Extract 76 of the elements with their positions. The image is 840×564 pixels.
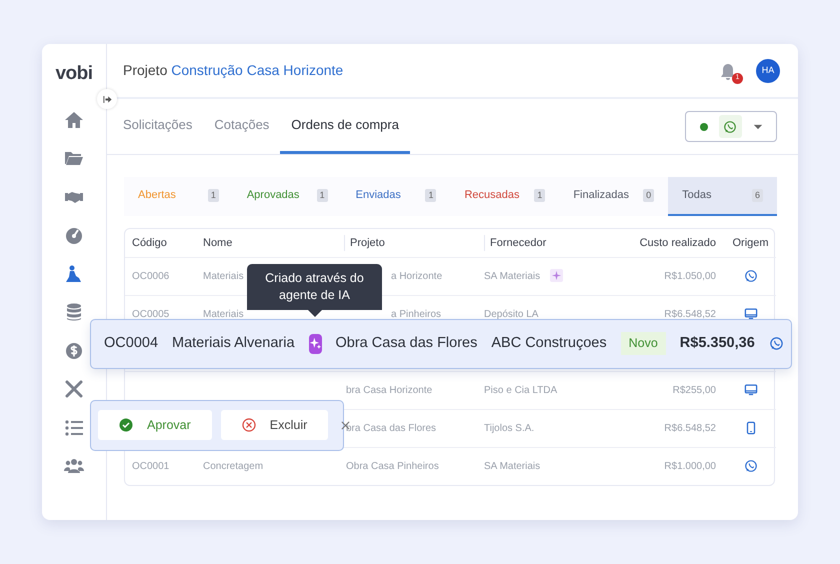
status-filter-tab[interactable]: Todas 6 (668, 177, 777, 216)
delete-button[interactable]: Excluir (220, 410, 328, 440)
column-header: Código (132, 236, 167, 248)
selected-order-row[interactable]: OC0004 Materiais Alvenaria Obra Casa das Flores ABC Construçoes Novo R$5.350,36 (90, 318, 792, 368)
table-cell: R$255,00 (672, 384, 716, 396)
count-badge: 1 (316, 188, 328, 202)
status-filter-tab[interactable]: Finalizadas 0 (559, 177, 668, 216)
sparkle-icon[interactable] (308, 337, 322, 350)
gauge-icon[interactable] (64, 225, 84, 245)
list-icon[interactable] (64, 418, 84, 438)
table-cell: Materiais (203, 270, 244, 282)
table-cell: Obra Casa Pinheiros (346, 460, 439, 472)
whatsapp-icon (723, 120, 737, 134)
table-cell: R$1.000,00 (664, 460, 716, 472)
table-cell: SA Materiais (484, 460, 540, 472)
status-filter-tab[interactable]: Recusadas 1 (450, 177, 560, 216)
count-badge: 1 (425, 188, 436, 202)
count-badge: 6 (752, 188, 763, 202)
worker-icon[interactable] (64, 264, 84, 284)
column-header: Nome (203, 236, 232, 248)
count-badge: 1 (534, 188, 546, 202)
arrow-icon (102, 94, 112, 104)
column-header: Custo realizado (640, 236, 716, 248)
table-cell: Materiais (203, 308, 244, 320)
column-header: Fornecedor (484, 234, 624, 251)
table-cell: a Pinheiros (391, 308, 442, 320)
status-filter-tab[interactable]: Abertas 1 (124, 177, 233, 216)
check-icon (119, 418, 133, 432)
table-cell: SA Materiais (484, 270, 540, 282)
table-cell: Tijolos S.A. (484, 422, 534, 434)
channel-selector[interactable] (685, 111, 777, 142)
tooltip: Criado através do agente de IA (247, 264, 382, 316)
project-name: Obra Casa das Flores (336, 334, 478, 353)
tab[interactable]: Solicitações (123, 99, 204, 154)
whatsapp-icon (744, 459, 758, 474)
table-cell: OC0005 (132, 308, 170, 320)
close-circle-icon (242, 418, 256, 432)
count-badge: 0 (643, 188, 654, 202)
table-cell: a Horizonte (391, 270, 442, 282)
home-icon[interactable] (64, 110, 84, 130)
table-cell: Concretagem (203, 460, 264, 472)
table-cell: bra Casa das Flores (346, 422, 436, 434)
status-badge: Novo (620, 332, 666, 355)
whatsapp-icon (768, 336, 784, 351)
caret-icon (752, 124, 762, 130)
table-cell: Piso e Cia LTDA (484, 384, 558, 396)
order-name: Materiais Alvenaria (172, 334, 295, 353)
column-header: Origem (732, 236, 769, 248)
people-icon[interactable] (64, 456, 84, 476)
status-filter-tab[interactable]: Aprovadas 1 (232, 177, 342, 216)
order-code: OC0004 (104, 334, 158, 353)
supplier-name: ABC Construçoes (491, 334, 607, 353)
tab[interactable]: Ordens de compra (280, 99, 410, 154)
column-header: Projeto (344, 234, 474, 251)
tab[interactable]: Cotações (203, 99, 280, 154)
desktop-icon (744, 382, 758, 397)
count-badge: 1 (208, 188, 219, 202)
table-cell: R$6.548,52 (664, 422, 716, 434)
page-title: Projeto Construção Casa Horizonte (123, 61, 344, 80)
whatsapp-icon (744, 268, 758, 283)
desktop-icon (744, 306, 758, 321)
coins-icon[interactable] (64, 302, 84, 322)
table-cell: OC0001 (132, 460, 170, 472)
table-cell: R$6.548,52 (664, 308, 716, 320)
dollar-icon[interactable] (64, 340, 84, 360)
status-filter-tab[interactable]: Enviadas 1 (342, 177, 450, 216)
table-cell: OC0006 (132, 270, 170, 282)
approve-button[interactable]: Aprovar (98, 410, 212, 440)
table-cell: bra Casa Horizonte (346, 384, 432, 396)
user-avatar[interactable]: HA (756, 58, 780, 82)
app-logo[interactable]: vobi (55, 60, 93, 88)
collapse-toggle[interactable] (97, 89, 117, 109)
table-cell: Depósito LA (484, 308, 538, 320)
project-link[interactable]: Construção Casa Horizonte (171, 62, 344, 78)
order-cost: R$5.350,36 (680, 334, 755, 353)
table-cell: R$1.050,00 (664, 270, 716, 282)
